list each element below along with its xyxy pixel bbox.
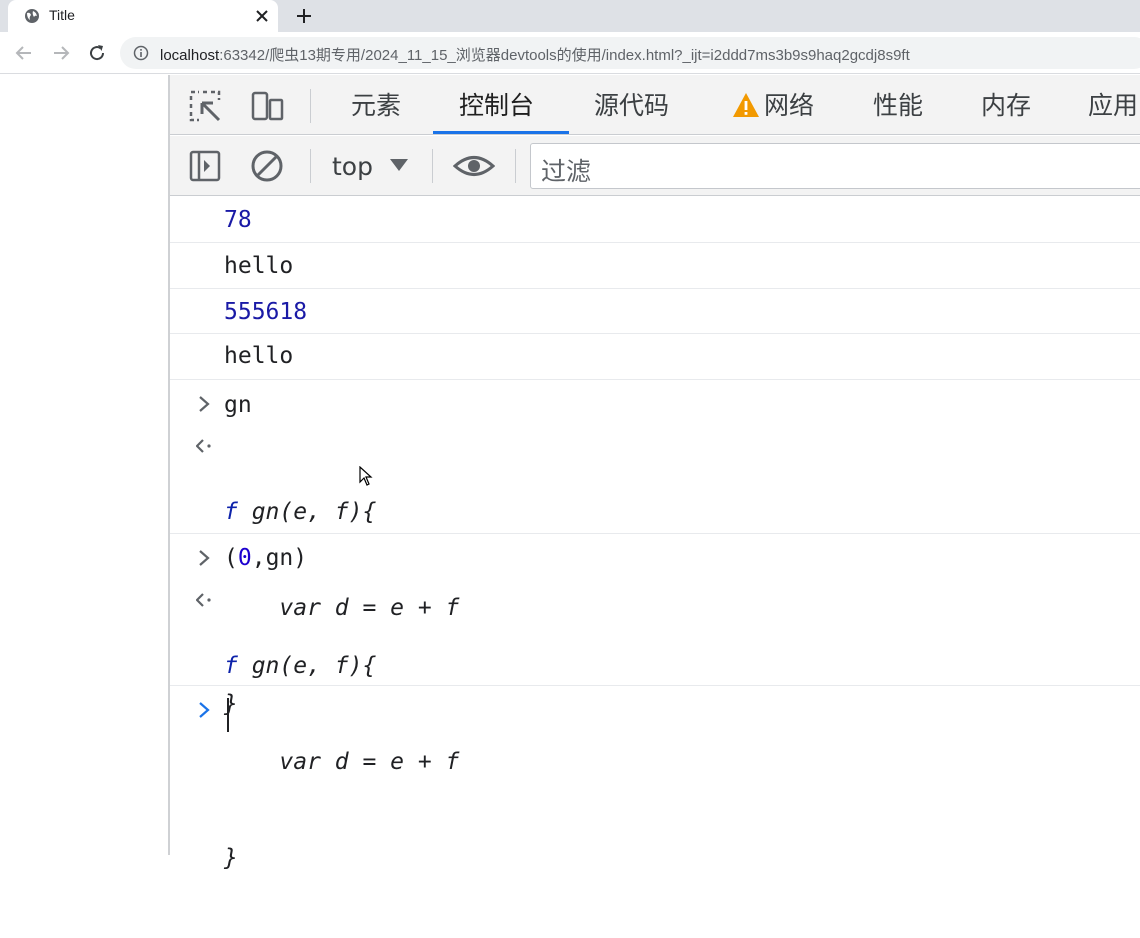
context-selector[interactable]: top [332,152,373,181]
function-body: var d = e + f [224,749,460,775]
prompt-chevron-icon [199,702,210,718]
mouse-cursor-icon [359,466,373,486]
devtools-panel: 元素 控制台 源代码 网络 性能 内存 应用 top 过滤 78 hello 5… [170,75,1140,871]
globe-icon [25,9,39,23]
browser-toolbar: localhost:63342/爬虫13期专用/2024_11_15_浏览器de… [0,32,1140,74]
back-arrow-icon[interactable] [14,43,34,63]
function-keyword: f [224,499,238,525]
devtools-tab-bar: 元素 控制台 源代码 网络 性能 内存 应用 [170,75,1140,135]
input-paren: ( [224,545,238,571]
filter-placeholder: 过滤 [541,157,592,186]
browser-tab-strip: Title [0,0,1140,32]
url-text[interactable]: localhost:63342/爬虫13期专用/2024_11_15_浏览器de… [160,44,910,65]
tab-memory[interactable]: 内存 [981,89,1031,123]
toolbar-divider [310,89,311,123]
tab-network-label: 网络 [764,91,815,120]
toolbar-divider [432,149,433,183]
reload-icon[interactable] [87,43,107,63]
url-path: :63342/爬虫13期专用/2024_11_15_浏览器devtools的使用… [219,47,910,64]
log-number: 555618 [224,299,308,325]
address-bar[interactable]: localhost:63342/爬虫13期专用/2024_11_15_浏览器de… [120,37,1140,69]
clear-console-icon[interactable] [250,149,284,183]
input-command: (0,gn) [224,545,307,571]
chevron-right-icon [199,396,210,412]
show-sidebar-icon[interactable] [188,149,222,183]
chevron-right-icon [199,550,210,566]
console-entry: (0,gn) f gn(e, f){ var d = e + f } [170,534,1140,871]
return-arrow-icon [196,439,211,453]
tab-console[interactable]: 控制台 [459,89,534,123]
console-prompt[interactable] [170,686,1140,744]
function-signature-text: gn(e, f){ [237,653,377,679]
forward-arrow-icon[interactable] [51,43,71,63]
url-host: localhost [160,47,220,64]
tab-performance[interactable]: 性能 [873,89,923,123]
input-zero: 0 [237,545,252,571]
toolbar-divider [310,149,311,183]
console-log-row: 78 [170,197,1140,243]
tab-sources[interactable]: 源代码 [594,89,669,123]
warning-icon [733,93,759,117]
tab-elements[interactable]: 元素 [351,89,401,123]
new-tab-icon[interactable] [294,6,314,26]
log-number: 78 [224,207,252,233]
console-log-row: hello [170,243,1140,289]
input-rest: ,gn) [251,545,308,571]
function-signature: f gn(e, f){ [224,650,459,682]
info-icon[interactable] [133,45,149,61]
tab-application[interactable]: 应用 [1088,89,1138,123]
text-caret [227,698,229,732]
close-icon[interactable] [253,7,271,25]
eye-icon[interactable] [453,149,495,183]
tab-title: Title [49,7,75,23]
function-signature: f gn(e, f){ [224,496,459,528]
log-string: hello [224,343,294,369]
toolbar-divider [515,149,516,183]
function-keyword: f [224,653,238,679]
browser-tab[interactable]: Title [8,0,278,32]
function-signature-text: gn(e, f){ [237,499,377,525]
console-log-row: hello [170,334,1140,380]
filter-input[interactable]: 过滤 [530,143,1140,189]
function-result[interactable]: f gn(e, f){ var d = e + f } [224,586,459,938]
console-toolbar: top 过滤 [170,136,1140,196]
log-string: hello [224,253,294,279]
active-tab-indicator [433,131,569,134]
input-command: gn [224,392,252,418]
dropdown-triangle-icon[interactable] [389,158,409,172]
function-close: } [224,845,238,871]
device-toolbar-icon[interactable] [250,89,284,123]
inspect-element-icon[interactable] [188,89,222,123]
console-entry: gn f gn(e, f){ var d = e + f } [170,380,1140,717]
console-output: 78 hello 555618 hello gn f gn(e, f){ var… [170,197,1140,871]
page-viewport [0,75,168,855]
console-log-row: 555618 [170,289,1140,334]
return-arrow-icon [196,593,211,607]
